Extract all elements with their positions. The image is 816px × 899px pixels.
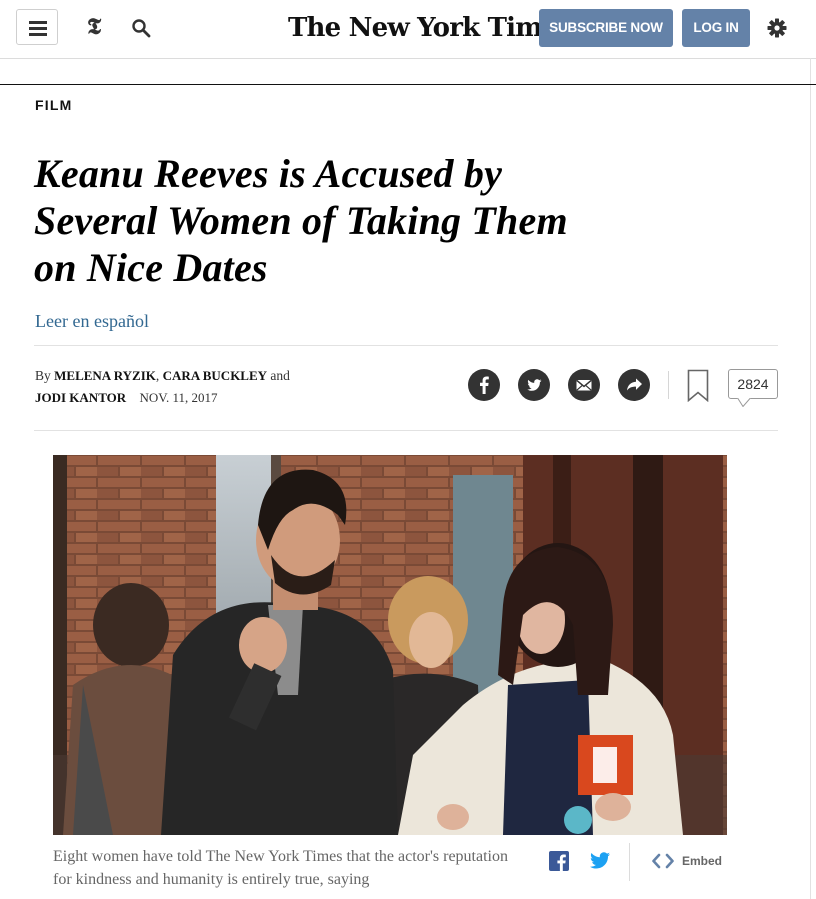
menu-button[interactable] (16, 9, 58, 45)
caption-tools-divider (629, 843, 630, 881)
embed-icon[interactable] (652, 852, 674, 870)
bookmark-icon[interactable] (687, 369, 709, 402)
search-icon[interactable] (131, 18, 151, 38)
byline-prefix: By (35, 368, 51, 383)
spanish-version-link[interactable]: Leer en español (35, 309, 149, 333)
header-divider (0, 58, 816, 59)
t-logo-icon[interactable]: 𝕿 (82, 13, 106, 41)
embed-button[interactable]: Embed (682, 851, 722, 871)
share-facebook-button[interactable] (468, 369, 500, 401)
share-icon (627, 378, 642, 391)
publish-date: NOV. 11, 2017 (139, 390, 218, 405)
share-email-button[interactable] (568, 369, 600, 401)
facebook-icon[interactable] (549, 851, 569, 871)
byline-and: and (270, 368, 290, 383)
author-link[interactable]: JODI KANTOR (35, 390, 126, 405)
photo-caption: Eight women have told The New York Times… (53, 848, 508, 888)
byline: By MELENA RYZIK, CARA BUCKLEY and JODI K… (35, 368, 290, 405)
page-title: Keanu Reeves is Accused by Several Women… (34, 151, 568, 290)
comments-button[interactable]: 2824 (728, 369, 778, 399)
share-divider (668, 371, 669, 399)
divider (34, 430, 778, 431)
site-logo[interactable]: The New York Times (288, 10, 572, 46)
article-photo (53, 455, 727, 835)
twitter-icon[interactable] (589, 851, 611, 871)
twitter-icon (527, 379, 542, 391)
share-more-button[interactable] (618, 369, 650, 401)
section-kicker[interactable]: FILM (35, 95, 72, 115)
section-divider (0, 84, 816, 85)
top-bar: 𝕿 The New York Times SUBSCRIBE NOW LOG I… (0, 0, 816, 58)
photo-image (53, 455, 727, 835)
gear-icon[interactable] (766, 17, 788, 39)
divider (34, 345, 778, 346)
subscribe-button[interactable]: SUBSCRIBE NOW (539, 9, 673, 47)
author-link[interactable]: CARA BUCKLEY (163, 368, 267, 383)
login-button[interactable]: LOG IN (682, 9, 750, 47)
share-twitter-button[interactable] (518, 369, 550, 401)
comment-bubble-tail (737, 398, 751, 407)
page-edge-divider (810, 58, 811, 899)
author-link[interactable]: MELENA RYZIK (54, 368, 156, 383)
facebook-icon (480, 376, 489, 394)
email-icon (576, 379, 592, 391)
